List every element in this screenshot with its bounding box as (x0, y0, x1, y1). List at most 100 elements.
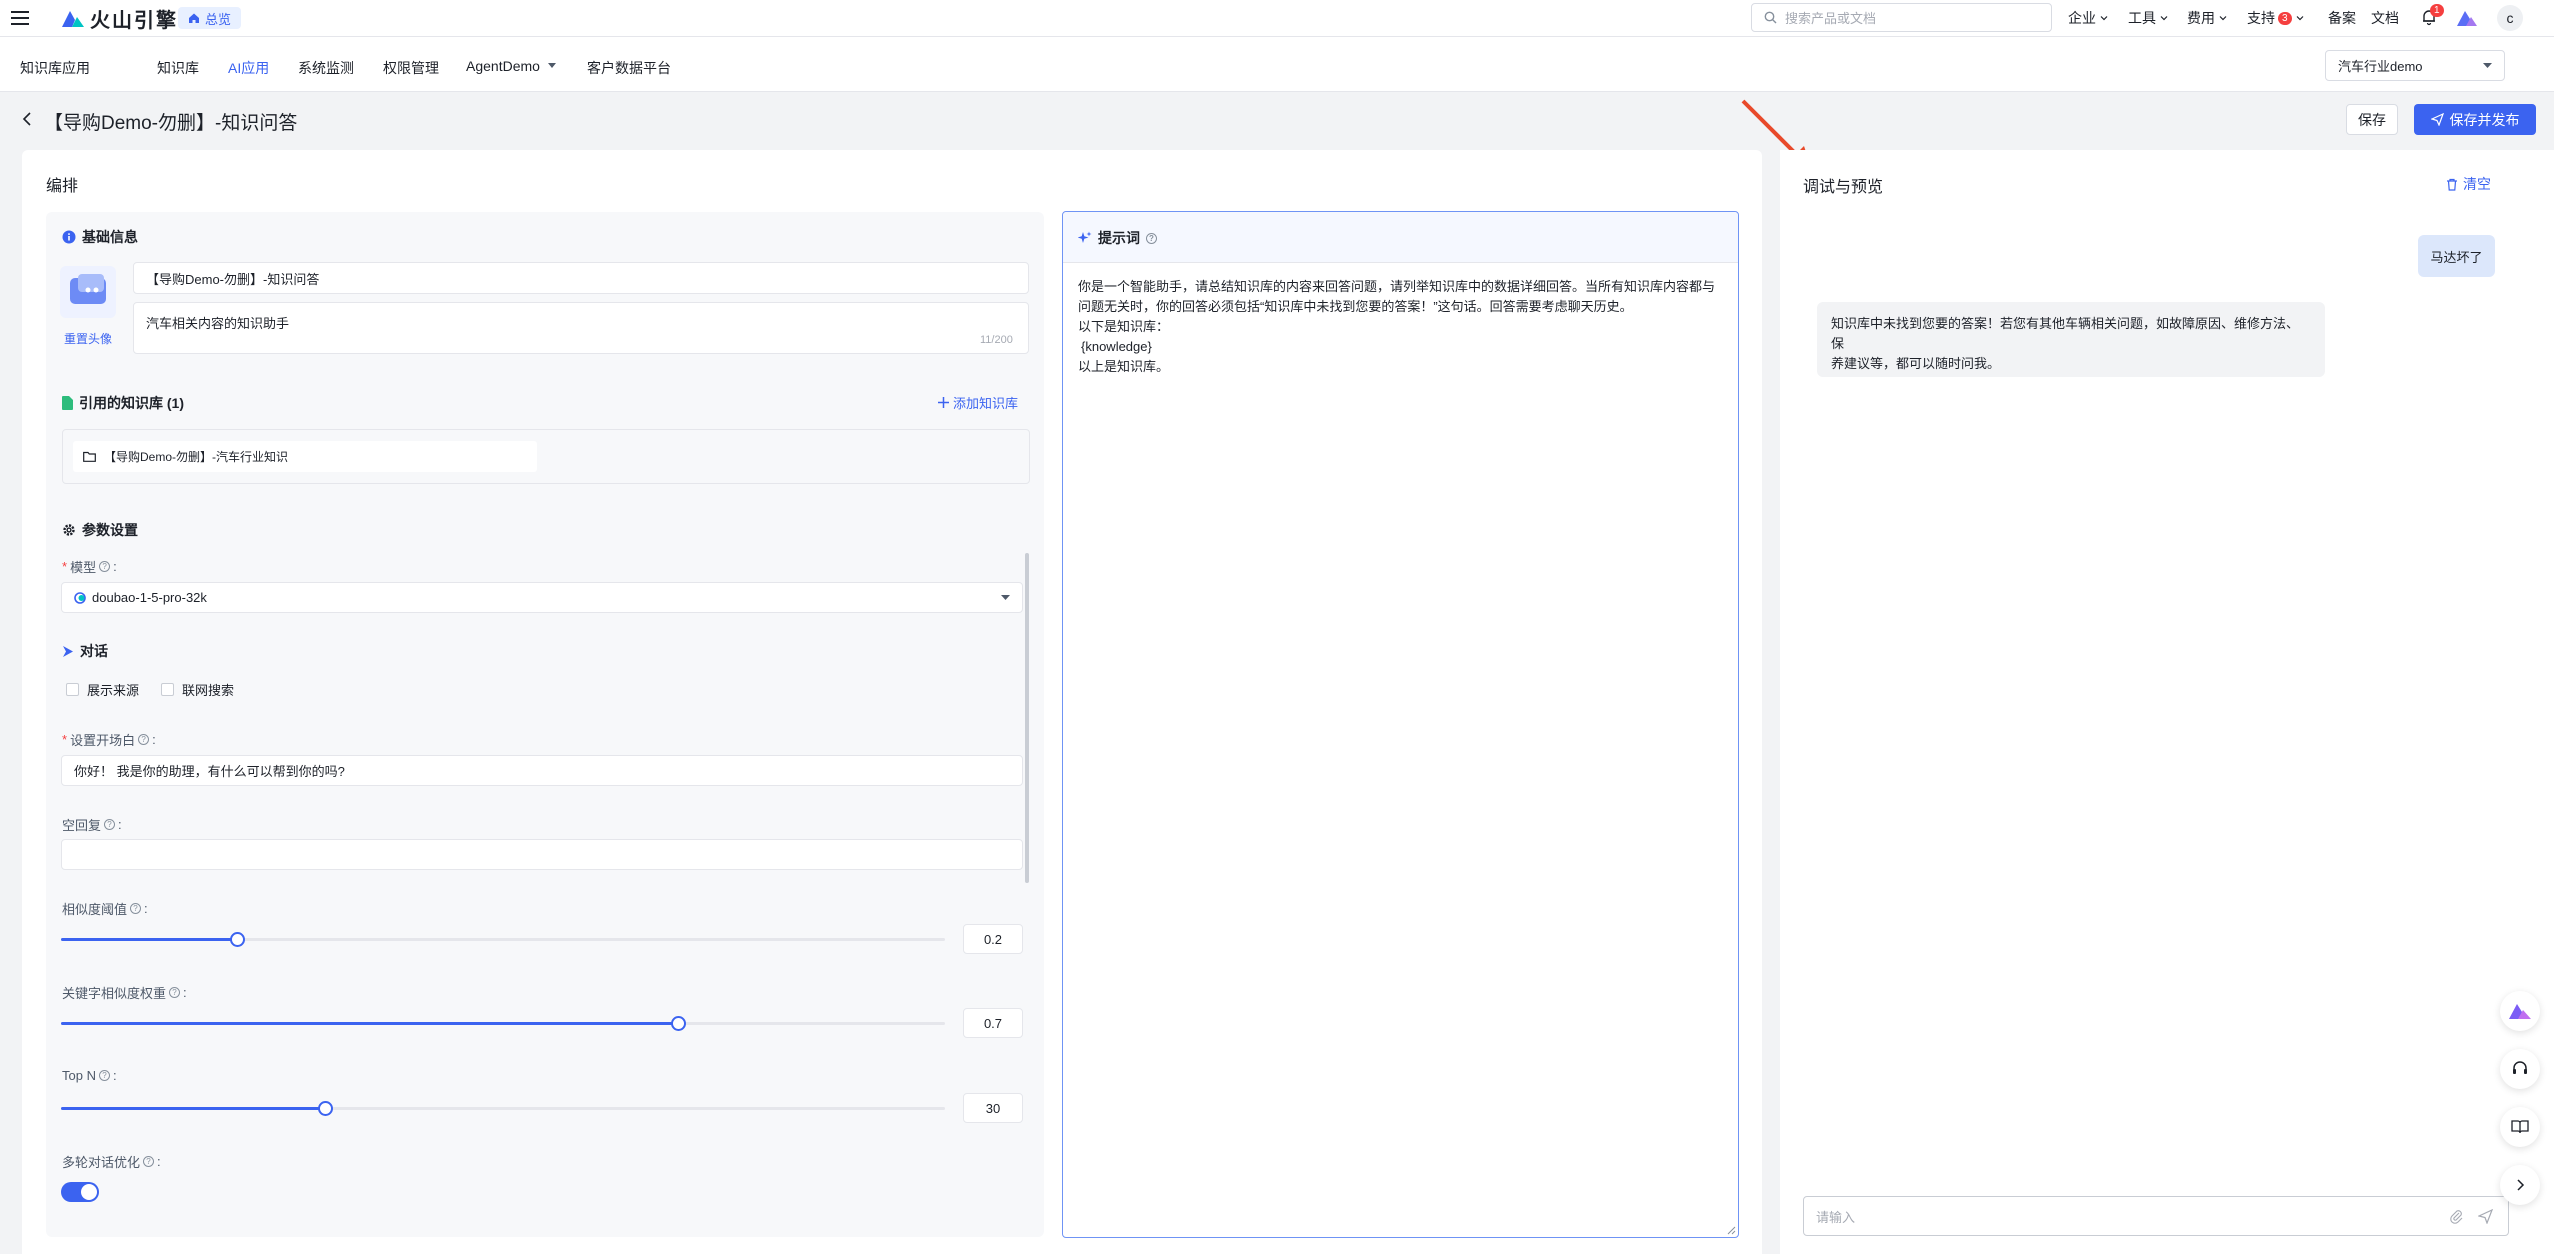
app-description-textarea[interactable]: 汽车相关内容的知识助手 (133, 302, 1029, 354)
brand-logo[interactable]: 火山引擎 (62, 6, 178, 32)
user-message: 马达坏了 (2418, 235, 2495, 277)
docs-float-button[interactable] (2500, 1107, 2540, 1147)
caret-down-icon (1001, 594, 1010, 601)
add-kb-label: 添加知识库 (953, 396, 1019, 411)
space-select-value: 汽车行业demo (2338, 59, 2423, 74)
customer-service-float-button[interactable] (2500, 1049, 2540, 1089)
clear-button[interactable]: 清空 (2446, 174, 2491, 194)
tab-ai-app[interactable]: AI应用 (228, 58, 269, 78)
resize-handle-icon[interactable] (1727, 1226, 1736, 1235)
keyword-slider-thumb[interactable] (671, 1016, 686, 1031)
prompt-line: 问题无关时，你的回答必须包括“知识库中未找到您要的答案！”这句话。回答需要考虑聊… (1078, 299, 1633, 314)
assistant-logo-icon (2509, 1002, 2531, 1020)
empty-reply-label: 空回复?: (62, 817, 122, 833)
empty-reply-input[interactable] (61, 839, 1023, 870)
send-icon (2430, 113, 2444, 126)
prompt-section: 提示词 ? (1078, 228, 1157, 248)
section-heading: 对话 (80, 643, 108, 659)
support-badge: 3 (2278, 11, 2292, 25)
user-avatar[interactable]: c (2497, 5, 2523, 31)
nav-label: 企业 (2068, 10, 2096, 26)
editor-heading: 编排 (46, 178, 79, 195)
checkbox-box (66, 683, 79, 696)
web-search-checkbox[interactable]: 联网搜索 (161, 680, 234, 699)
app-name-input[interactable]: 【导购Demo-勿删】-知识问答 (133, 262, 1029, 294)
doubao-model-icon (74, 591, 86, 604)
debug-heading: 调试与预览 (1803, 179, 1884, 196)
help-icon: ? (104, 819, 116, 830)
app-avatar[interactable] (60, 266, 116, 318)
similarity-slider-fill (61, 938, 238, 941)
add-kb-button[interactable]: 添加知识库 (938, 393, 1018, 412)
back-arrow-icon[interactable] (20, 110, 36, 128)
assistant-logo-icon[interactable] (2457, 9, 2477, 27)
multiturn-toggle[interactable] (61, 1182, 99, 1202)
publish-label: 保存并发布 (2449, 111, 2520, 128)
keyword-weight-label: 关键字相似度权重?: (62, 985, 187, 1001)
app-section-title: 知识库应用 (20, 60, 90, 76)
save-and-publish-button[interactable]: 保存并发布 (2414, 104, 2536, 135)
tab-system-monitor[interactable]: 系统监测 (298, 58, 354, 78)
topn-value-input[interactable]: 30 (963, 1093, 1023, 1123)
ai-assistant-float-button[interactable] (2500, 991, 2540, 1031)
tab-knowledge-base[interactable]: 知识库 (157, 58, 199, 78)
kb-item-name: 【导购Demo-勿删】-汽车行业知识 (104, 450, 289, 464)
checkbox-label: 联网搜索 (182, 683, 235, 698)
chevron-down-icon (2099, 13, 2109, 23)
chevron-down-icon (2295, 13, 2305, 23)
help-icon: ? (130, 903, 142, 914)
top-bar (0, 0, 2554, 37)
topn-slider-thumb[interactable] (318, 1101, 333, 1116)
nav-filing[interactable]: 备案 (2328, 8, 2356, 28)
tab-agent-demo[interactable]: AgentDemo (466, 58, 556, 74)
chat-input[interactable]: 请输入 (1803, 1196, 2509, 1236)
help-icon: ? (99, 561, 111, 572)
home-overview-button[interactable]: 总览 (178, 7, 242, 29)
show-source-checkbox[interactable]: 展示来源 (66, 680, 139, 699)
document-icon (62, 396, 73, 410)
nav-label: 工具 (2128, 10, 2156, 26)
kb-item[interactable]: 【导购Demo-勿删】-汽车行业知识 (73, 441, 537, 472)
prompt-line: 你是一个智能助手，请总结知识库的内容来回答问题，请列举知识库中的数据详细回答。当… (1078, 279, 1716, 294)
play-icon (62, 645, 74, 658)
similarity-value-input[interactable]: 0.2 (963, 924, 1023, 954)
opening-input[interactable]: 你好！ 我是你的助理，有什么可以帮到你的吗? (61, 755, 1023, 786)
book-icon (2511, 1119, 2529, 1135)
kb-section: 引用的知识库 (1) (62, 393, 184, 413)
send-message-icon[interactable] (2478, 1209, 2493, 1224)
expand-float-button[interactable] (2500, 1165, 2540, 1205)
toggle-knob (81, 1184, 97, 1200)
nav-label: 文档 (2371, 10, 2399, 26)
model-select[interactable]: doubao-1-5-pro-32k (61, 582, 1023, 613)
nav-enterprise[interactable]: 企业 (2068, 8, 2109, 28)
save-button[interactable]: 保存 (2346, 104, 2398, 135)
sparkle-icon (1078, 231, 1092, 245)
model-value: doubao-1-5-pro-32k (92, 590, 207, 605)
nav-tools[interactable]: 工具 (2128, 8, 2169, 28)
search-input[interactable]: 搜索产品或文档 (1751, 3, 2052, 32)
reset-avatar-link[interactable]: 重置头像 (64, 330, 112, 347)
nav-docs[interactable]: 文档 (2371, 8, 2399, 28)
tab-permissions[interactable]: 权限管理 (383, 58, 439, 78)
menu-icon[interactable] (10, 9, 30, 27)
home-label: 总览 (205, 11, 232, 27)
config-scrollbar[interactable] (1025, 553, 1029, 883)
tab-customer-data-platform[interactable]: 客户数据平台 (587, 58, 671, 78)
attachment-icon[interactable] (2450, 1210, 2464, 1224)
section-heading: 参数设置 (82, 522, 138, 538)
volcano-logo-icon (62, 9, 84, 27)
space-select[interactable]: 汽车行业demo (2325, 50, 2505, 81)
message-line: 养建议等，都可以随时问我。 (1831, 356, 2001, 371)
keyword-slider-fill (61, 1022, 679, 1025)
similarity-slider-thumb[interactable] (230, 932, 245, 947)
similarity-label: 相似度阈值?: (62, 901, 148, 917)
prompt-textarea[interactable]: 你是一个智能助手，请总结知识库的内容来回答问题，请列举知识库中的数据详细回答。当… (1078, 277, 1728, 377)
message-line: 知识库中未找到您要的答案！若您有其他车辆相关问题，如故障原因、维修方法、保 (1831, 316, 2300, 351)
section-heading: 基础信息 (82, 229, 138, 245)
nav-support[interactable]: 支持 3 (2247, 8, 2305, 28)
multiturn-label: 多轮对话优化?: (62, 1154, 161, 1170)
checkbox-label: 展示来源 (87, 683, 140, 698)
nav-billing[interactable]: 费用 (2187, 8, 2228, 28)
keyword-value-input[interactable]: 0.7 (963, 1008, 1023, 1038)
caret-down-icon (547, 63, 556, 69)
